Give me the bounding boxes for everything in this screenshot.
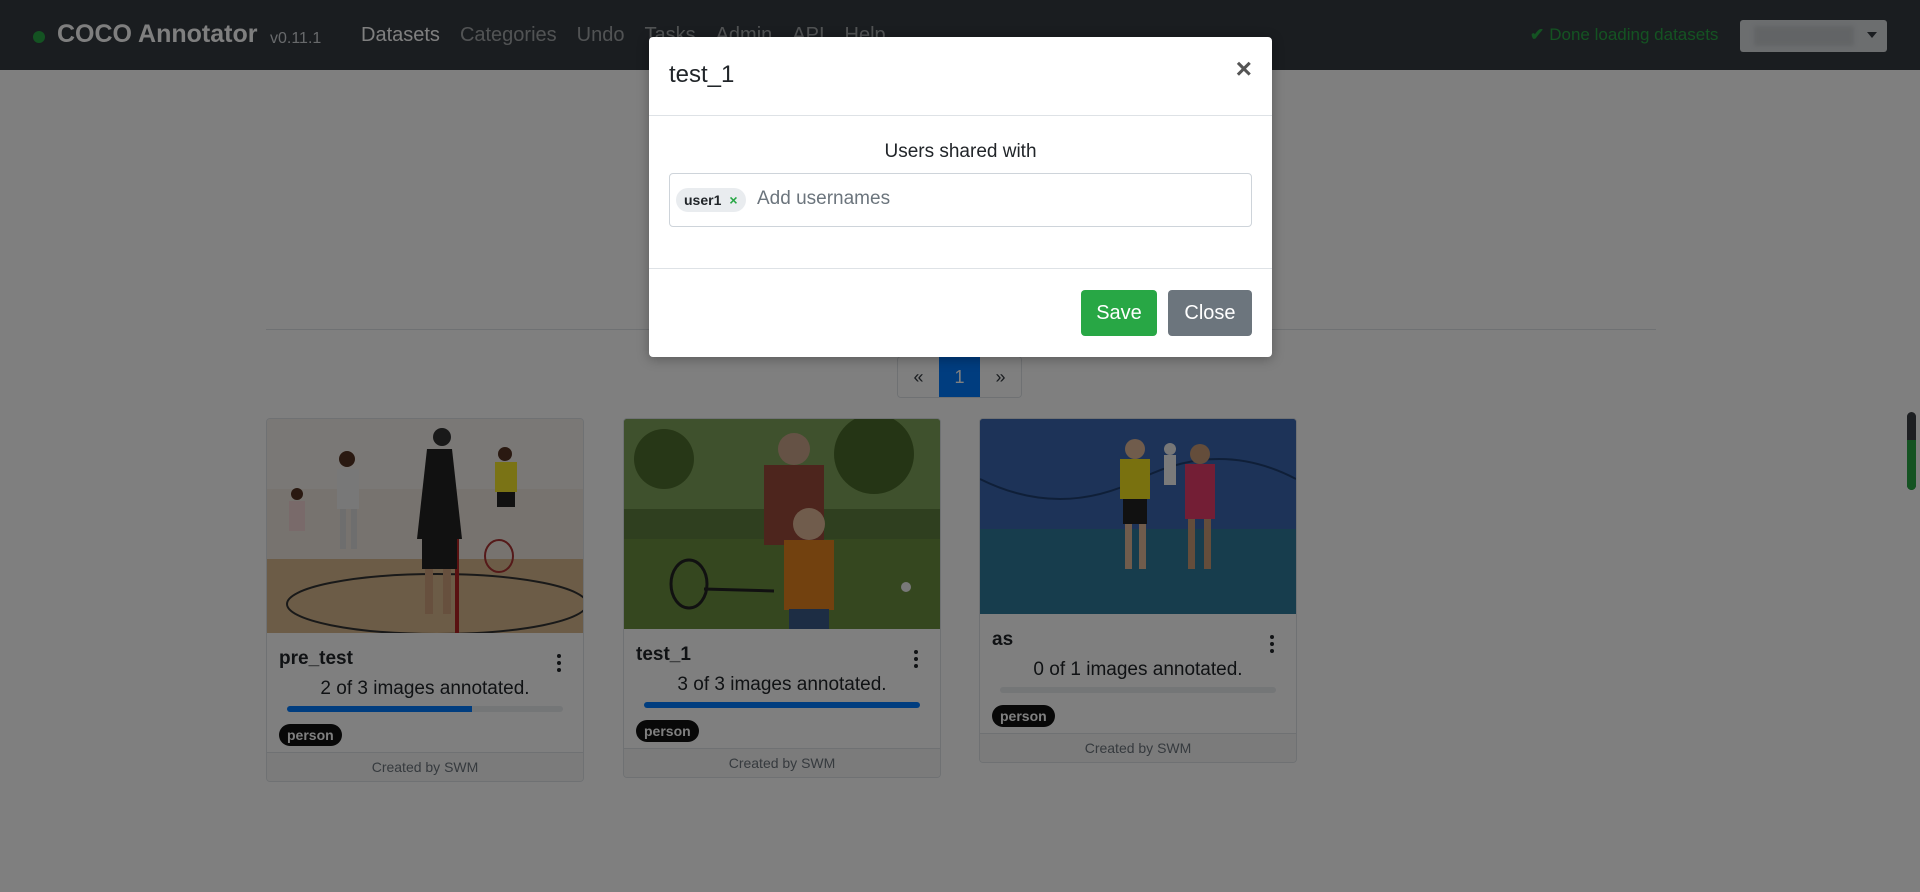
close-button[interactable]: Close bbox=[1168, 290, 1252, 336]
usernames-tag-input[interactable]: user1 × Add usernames bbox=[669, 173, 1252, 227]
modal-footer: Save Close bbox=[649, 269, 1272, 358]
user-tag: user1 × bbox=[676, 188, 746, 212]
remove-tag-icon[interactable]: × bbox=[729, 192, 737, 208]
modal-header: test_1 × bbox=[649, 37, 1272, 116]
share-modal: test_1 × Users shared with user1 × Add u… bbox=[649, 37, 1272, 357]
close-icon[interactable]: × bbox=[1236, 53, 1252, 85]
share-label: Users shared with bbox=[884, 141, 1037, 162]
save-button[interactable]: Save bbox=[1081, 290, 1157, 336]
modal-body: Users shared with user1 × Add usernames bbox=[649, 116, 1272, 269]
modal-title: test_1 bbox=[669, 61, 735, 88]
user-tag-label: user1 bbox=[684, 192, 722, 208]
usernames-input[interactable]: Add usernames bbox=[757, 188, 890, 210]
